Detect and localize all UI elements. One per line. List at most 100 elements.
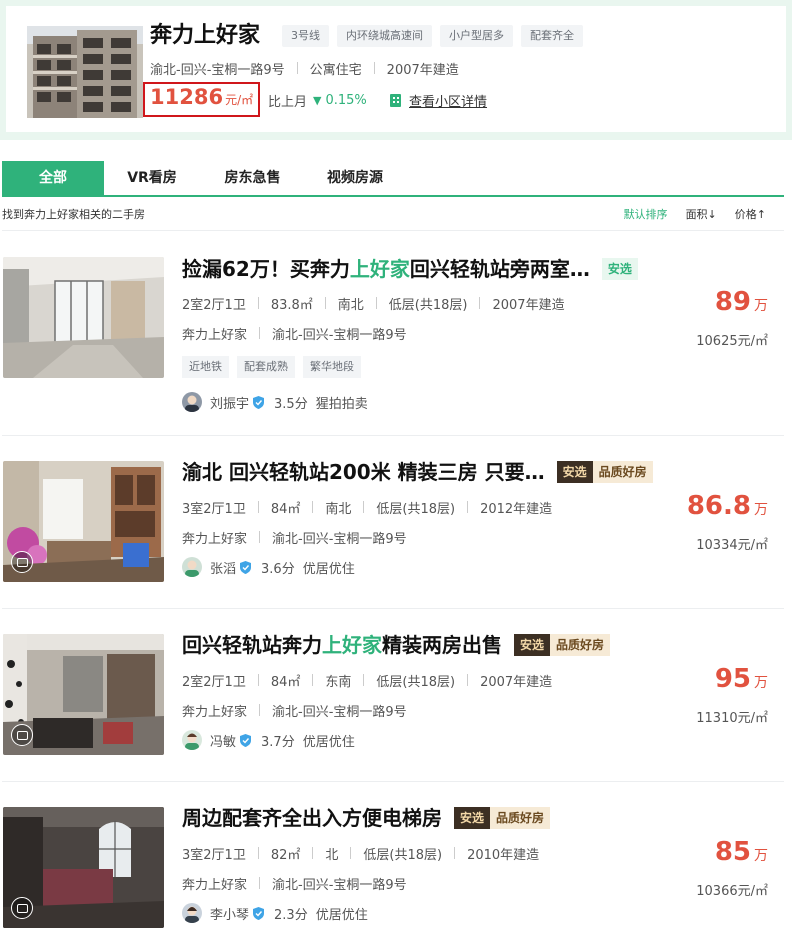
divider — [257, 297, 259, 309]
tab-all[interactable]: 全部 — [2, 161, 104, 195]
listing-item[interactable]: 渝北 回兴轻轨站200米 精装三房 只要… 安选 品质好房 3室2厅1卫 84㎡… — [0, 458, 792, 601]
listing-price: 85 万 — [715, 837, 768, 867]
sort-area[interactable]: 面积↓ — [686, 206, 717, 222]
agent-name[interactable]: 李小琴 — [210, 904, 249, 923]
agent-info: 冯敏 3.7分 优居优住 — [182, 729, 355, 751]
attr-year: 2007年建造 — [480, 674, 553, 690]
listing-title[interactable]: 周边配套齐全出入方便电梯房 — [182, 804, 442, 832]
price-unit: 万 — [754, 298, 768, 314]
divider — [259, 877, 261, 889]
sort-default[interactable]: 默认排序 — [624, 206, 668, 222]
agent-name[interactable]: 刘振宇 — [210, 393, 249, 412]
listing-community[interactable]: 奔力上好家 — [182, 528, 247, 547]
divider — [375, 297, 377, 309]
listing-address: 奔力上好家 渝北-回兴-宝桐一路9号 — [182, 527, 407, 547]
price-value: 86.8 — [686, 491, 751, 521]
tab-vr[interactable]: VR看房 — [104, 161, 200, 195]
divider — [257, 501, 259, 513]
arrow-down-icon: ▼ — [313, 93, 322, 107]
price-unit: 万 — [754, 502, 768, 518]
listing-photo[interactable] — [3, 634, 164, 755]
divider — [312, 501, 314, 513]
divider — [257, 674, 259, 686]
listing-title[interactable]: 渝北 回兴轻轨站200米 精装三房 只要… — [182, 458, 545, 486]
feature-tag: 配套成熟 — [237, 356, 295, 378]
community-photo[interactable] — [27, 26, 143, 118]
anxuan-badge: 安选 — [556, 461, 593, 483]
community-tag: 内环绕城高速间 — [337, 25, 432, 47]
agent-avatar[interactable] — [182, 903, 202, 923]
community-detail-link-label: 查看小区详情 — [409, 94, 488, 110]
listing-title[interactable]: 回兴轻轨站奔力上好家精装两房出售 — [182, 631, 502, 659]
attr-layout: 2室2厅1卫 — [182, 674, 246, 690]
building-icon — [390, 93, 401, 107]
divider — [2, 435, 784, 436]
attr-floor: 低层(共18层) — [388, 297, 468, 313]
feature-tag: 近地铁 — [182, 356, 229, 378]
listing-title-row: 回兴轻轨站奔力上好家精装两房出售 安选 品质好房 — [182, 631, 611, 659]
divider — [467, 501, 469, 513]
mom-label: 比上月 — [268, 94, 308, 110]
agent-company: 猩拍拍卖 — [315, 396, 368, 412]
community-tag: 3号线 — [282, 25, 329, 47]
listing-title-row: 捡漏62万！买奔力上好家回兴轻轨站旁两室… 安选 — [182, 255, 638, 283]
agent-name[interactable]: 冯敏 — [210, 731, 236, 750]
community-detail-link[interactable]: 查看小区详情 — [390, 90, 487, 110]
price-value: 95 — [714, 664, 751, 694]
listing-tabs: 全部 VR看房 房东急售 视频房源 — [2, 161, 784, 197]
divider — [373, 62, 375, 74]
listing-item[interactable]: 捡漏62万！买奔力上好家回兴轻轨站旁两室… 安选 2室2厅1卫 83.8㎡ 南北… — [0, 257, 792, 427]
tab-video[interactable]: 视频房源 — [305, 161, 405, 195]
community-property-type: 公寓住宅 — [309, 62, 362, 78]
vr-icon[interactable] — [11, 551, 33, 573]
listing-item[interactable]: 回兴轻轨站奔力上好家精装两房出售 安选 品质好房 2室2厅1卫 84㎡ 东南 低… — [0, 631, 792, 774]
listing-price: 89 万 — [715, 287, 768, 317]
unit-price: 10366元/㎡ — [696, 884, 768, 899]
quality-badge: 品质好房 — [550, 634, 611, 656]
divider — [454, 847, 456, 859]
unit-price: 10334元/㎡ — [696, 538, 768, 553]
quality-badge: 品质好房 — [592, 461, 653, 483]
title-text: 捡漏62万！买奔力 — [182, 257, 350, 281]
listing-attributes: 3室2厅1卫 82㎡ 北 低层(共18层) 2010年建造 — [182, 843, 539, 863]
verified-shield-icon — [253, 395, 265, 409]
listing-community[interactable]: 奔力上好家 — [182, 874, 247, 893]
attr-orientation: 南北 — [325, 501, 352, 517]
listing-location: 渝北-回兴-宝桐一路9号 — [272, 327, 407, 343]
agent-score: 3.7分 — [261, 734, 295, 750]
agent-name[interactable]: 张滔 — [210, 558, 236, 577]
agent-avatar[interactable] — [182, 392, 202, 412]
attr-orientation: 东南 — [325, 674, 352, 690]
listing-photo[interactable] — [3, 807, 164, 928]
listing-item[interactable]: 周边配套齐全出入方便电梯房 安选 品质好房 3室2厅1卫 82㎡ 北 低层(共1… — [0, 804, 792, 947]
attr-layout: 3室2厅1卫 — [182, 847, 246, 863]
title-highlight: 上好家 — [322, 633, 382, 657]
listing-photo[interactable] — [3, 257, 164, 378]
listing-photo[interactable] — [3, 461, 164, 582]
result-subbar: 找到奔力上好家相关的二手房 默认排序 面积↓ 价格↑ — [2, 204, 784, 224]
listing-title[interactable]: 捡漏62万！买奔力上好家回兴轻轨站旁两室… — [182, 255, 590, 283]
divider — [2, 608, 784, 609]
agent-info: 刘振宇 3.5分 猩拍拍卖 — [182, 391, 368, 413]
agent-avatar[interactable] — [182, 557, 202, 577]
title-text: 精装两房出售 — [382, 633, 502, 657]
agent-score: 3.6分 — [261, 561, 295, 577]
community-tag: 配套齐全 — [521, 25, 583, 47]
listing-community[interactable]: 奔力上好家 — [182, 324, 247, 343]
unit-price: 11310元/㎡ — [696, 711, 768, 726]
listing-community[interactable]: 奔力上好家 — [182, 701, 247, 720]
divider — [363, 501, 365, 513]
price-unit: 万 — [754, 675, 768, 691]
attr-floor: 低层(共18层) — [363, 847, 443, 863]
tab-urgent-sale[interactable]: 房东急售 — [200, 161, 305, 195]
attr-area: 83.8㎡ — [270, 297, 313, 313]
attr-orientation: 北 — [325, 847, 339, 863]
verified-shield-icon — [240, 733, 252, 747]
listing-attributes: 2室2厅1卫 83.8㎡ 南北 低层(共18层) 2007年建造 — [182, 293, 565, 313]
agent-info: 李小琴 2.3分 优居优住 — [182, 902, 368, 924]
agent-avatar[interactable] — [182, 730, 202, 750]
attr-area: 84㎡ — [270, 501, 301, 517]
vr-icon[interactable] — [11, 724, 33, 746]
vr-icon[interactable] — [11, 897, 33, 919]
sort-price[interactable]: 价格↑ — [735, 206, 766, 222]
